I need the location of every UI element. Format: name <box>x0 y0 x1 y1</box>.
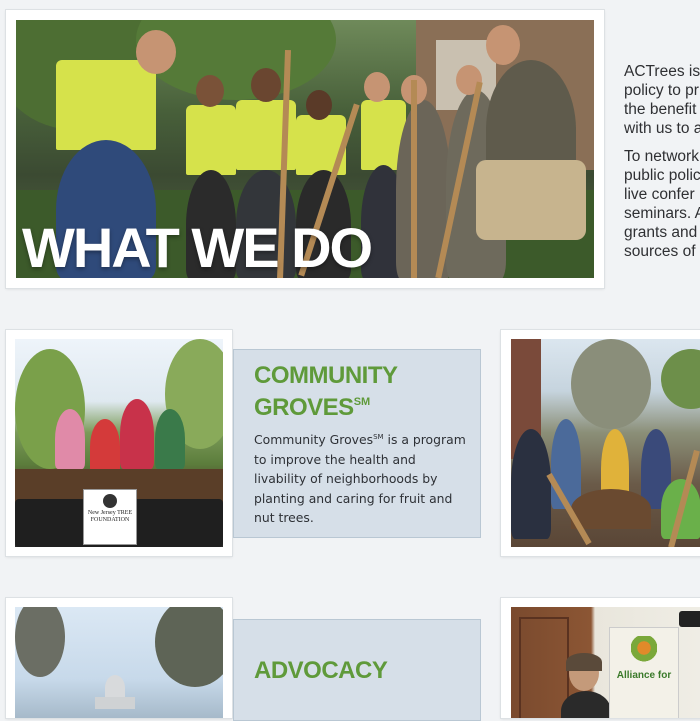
intro-paragraph-2: To network public polic live confer semi… <box>624 147 700 261</box>
intro-p1-line-3: the benefit <box>624 101 697 118</box>
community-groves-description: Community GrovesSM is a program to impro… <box>254 428 469 528</box>
community-groves-desc-name: Community Groves <box>254 432 374 447</box>
office-photo: Alliance for <box>511 607 700 718</box>
intro-text: ACTrees is policy to pr the benefit with… <box>624 62 700 270</box>
service-mark: SM <box>353 396 371 408</box>
intro-p2-line-5: grants and <box>624 224 698 241</box>
intro-p1-line-4: with us to a <box>624 120 700 137</box>
advocacy-photo-frame[interactable] <box>6 598 232 718</box>
tree-planting-photo-frame[interactable] <box>501 330 700 556</box>
community-groves-photo: New Jersey TREE FOUNDATION <box>15 339 223 547</box>
community-groves-photo-frame[interactable]: New Jersey TREE FOUNDATION <box>6 330 232 556</box>
sign-line-3: TREE <box>117 510 133 516</box>
community-groves-panel: COMMUNITY GROVESSM Community GrovesSM is… <box>233 349 481 538</box>
alliance-banner-text: Alliance for <box>616 670 672 681</box>
desc-service-mark: SM <box>373 433 384 441</box>
hero-title: WHAT WE DO <box>22 216 373 278</box>
advocacy-panel: ADVOCACY <box>233 619 481 721</box>
sign-line-1: New <box>87 510 100 516</box>
community-groves-title-line-2: GROVES <box>254 394 354 421</box>
office-photo-frame[interactable]: Alliance for <box>501 598 700 718</box>
intro-p2-line-4: seminars. A <box>624 205 700 222</box>
intro-p2-line-2: public polic <box>624 167 700 184</box>
capitol-photo <box>15 607 223 718</box>
camera-icon <box>679 611 700 627</box>
intro-p2-line-3: live confer <box>624 186 695 203</box>
intro-p1-line-1: ACTrees is <box>624 63 700 80</box>
hero-photo-frame: WHAT WE DO <box>6 10 604 288</box>
intro-p1-line-2: policy to pr <box>624 82 699 99</box>
advocacy-title[interactable]: ADVOCACY <box>254 658 388 684</box>
alliance-tree-icon <box>631 636 657 666</box>
intro-paragraph-1: ACTrees is policy to pr the benefit with… <box>624 62 700 138</box>
hero-volunteers-photo: WHAT WE DO <box>16 20 594 278</box>
community-groves-title-line-1: COMMUNITY <box>254 362 398 389</box>
intro-p2-line-1: To network <box>624 148 699 165</box>
alliance-banner: Alliance for <box>609 627 679 718</box>
community-groves-title[interactable]: COMMUNITY GROVESSM <box>254 362 398 421</box>
sign-line-4: FOUNDATION <box>90 517 130 523</box>
intro-p2-line-6: sources of <box>624 243 696 260</box>
sign-line-2: Jersey <box>100 510 116 516</box>
sign-tree-icon <box>103 494 117 508</box>
foundation-sign: New Jersey TREE FOUNDATION <box>83 489 137 545</box>
tree-planting-photo <box>511 339 700 547</box>
